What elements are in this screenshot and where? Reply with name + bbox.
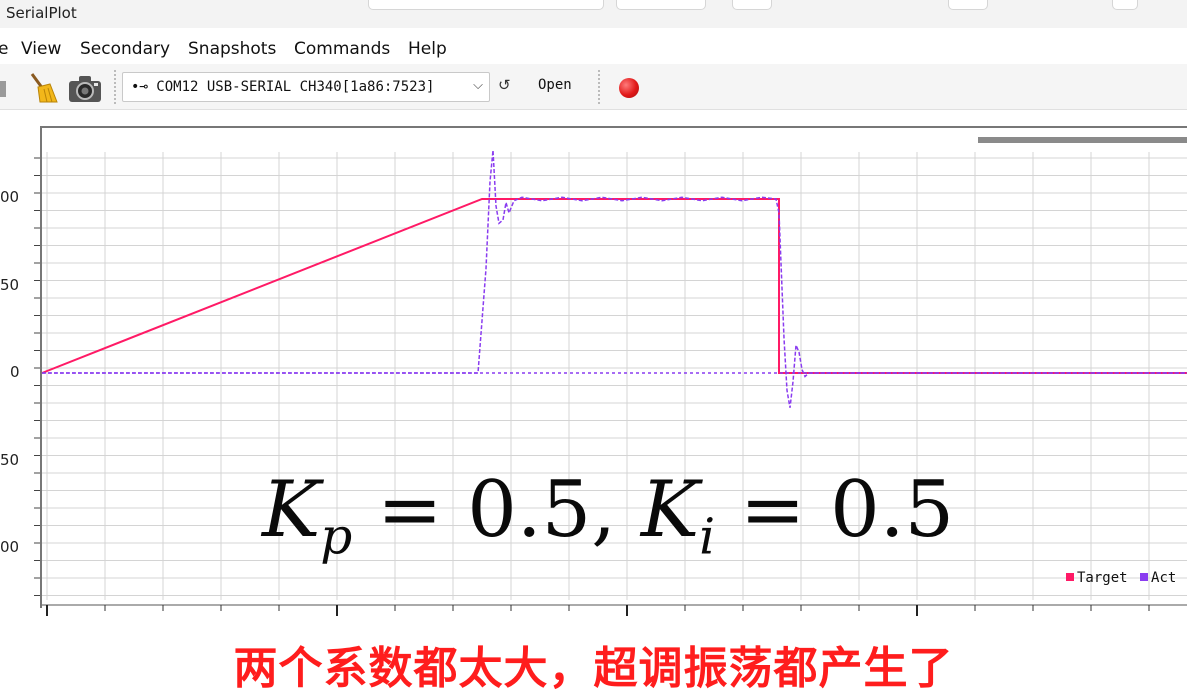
formula-end: = 0.5 [715,465,955,555]
open-port-button[interactable]: Open [530,74,580,96]
snapshot-button[interactable] [67,71,101,105]
formula-overlay: Kp = 0.5, Ki = 0.5 [262,465,954,566]
formula-sub-p: p [320,507,353,566]
menu-file[interactable]: e [0,39,8,59]
toolbar: •⊸ COM12 USB-SERIAL CH340[1a86:7523] ⌵ ↺… [0,64,1187,110]
series-line-actual [42,150,1187,408]
formula-k2: K [640,465,700,555]
chevron-down-icon: ⌵ [473,78,483,93]
legend-swatch-actual [1140,573,1149,581]
menu-help[interactable]: Help [408,39,447,59]
y-tick-label: 00 [0,538,20,556]
port-select[interactable]: •⊸ COM12 USB-SERIAL CH340[1a86:7523] ⌵ [122,72,490,102]
legend-label-target: Target [1077,570,1128,586]
clear-button[interactable] [26,71,60,105]
y-tick-label: 00 [0,188,20,206]
formula-sub-i: i [699,507,716,566]
broom-icon [30,73,58,103]
menu-commands[interactable]: Commands [294,39,390,59]
plot-series [41,150,1187,408]
title-dropdown[interactable] [616,0,706,10]
record-button[interactable] [619,78,639,98]
app-title: SerialPlot [6,4,77,22]
pause-icon [0,81,6,97]
menu-snapshots[interactable]: Snapshots [188,39,276,59]
formula-k1: K [262,465,321,555]
toolbar-separator [114,70,116,104]
y-tick-label: 0 [10,363,20,381]
title-toggle-button[interactable] [732,0,772,10]
formula-mid: = 0.5, [352,465,641,555]
title-option-button[interactable] [948,0,988,10]
menu-bar: e View Secondary Snapshots Commands Help [0,34,1187,62]
menu-secondary[interactable]: Secondary [80,39,170,59]
pause-button[interactable] [0,71,22,105]
series-line-target [41,198,1187,374]
video-caption: 两个系数都太大，超调振荡都产生了 [233,643,954,694]
legend-label-actual: Act [1151,570,1177,586]
y-tick-label: 50 [0,276,20,294]
title-bar: SerialPlot [0,0,1187,28]
toolbar-separator [598,70,600,104]
port-select-value: •⊸ COM12 USB-SERIAL CH340[1a86:7523] [131,79,435,95]
legend-swatch-target [1066,573,1074,581]
title-search-field[interactable] [368,0,604,10]
y-tick-label: 50 [0,451,20,469]
camera-icon [69,76,101,102]
title-close-button[interactable] [1112,0,1138,10]
menu-view[interactable]: View [21,39,61,59]
refresh-ports-button[interactable]: ↺ [498,76,511,94]
usb-icon: •⊸ [131,79,148,95]
plot-legend: Target Act [1066,570,1176,586]
